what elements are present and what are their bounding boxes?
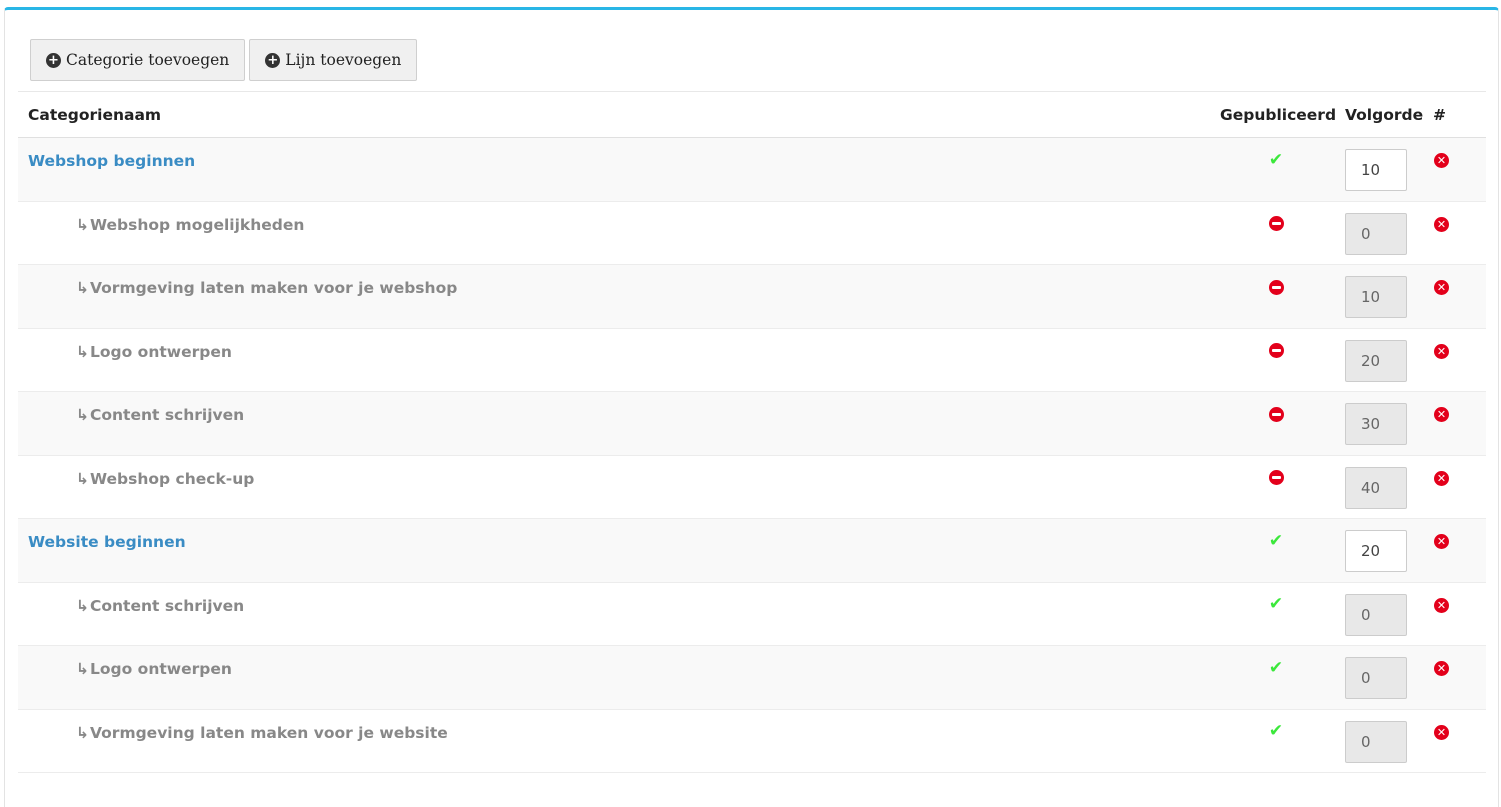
minus-circle-icon	[1268, 470, 1284, 485]
delete-icon[interactable]: ✕	[1434, 661, 1449, 676]
plus-circle-icon: +	[265, 52, 281, 68]
category-name-label: Webshop check-up	[90, 469, 255, 488]
table-row: Website beginnen ✔ ✕	[18, 519, 1486, 583]
check-icon: ✔	[1268, 530, 1284, 551]
arrow-return-icon: ↳	[76, 406, 89, 424]
category-name-label: Content schrijven	[90, 406, 245, 424]
published-toggle[interactable]	[1266, 277, 1286, 297]
header-order: Volgorde	[1345, 106, 1424, 124]
category-name-label: Website beginnen	[28, 533, 186, 551]
add-category-label: Categorie toevoegen	[66, 51, 230, 69]
arrow-return-icon: ↳	[76, 596, 89, 615]
published-toggle[interactable]	[1266, 341, 1286, 361]
arrow-return-icon: ↳	[76, 660, 89, 678]
delete-icon[interactable]: ✕	[1434, 724, 1449, 740]
subcategory-name: ↳Vormgeving laten maken voor je website	[76, 724, 448, 742]
order-input[interactable]	[1345, 530, 1407, 572]
order-input[interactable]	[1345, 657, 1407, 699]
order-input[interactable]	[1345, 466, 1407, 509]
table-row: ↳Webshop mogelijkheden ✕	[18, 201, 1486, 265]
table-row: ↳Vormgeving laten maken voor je webshop ✕	[18, 265, 1486, 329]
order-input[interactable]	[1345, 149, 1407, 191]
published-toggle[interactable]: ✔	[1266, 150, 1286, 170]
published-toggle[interactable]	[1266, 404, 1286, 424]
delete-icon[interactable]: ✕	[1434, 343, 1449, 359]
arrow-return-icon: ↳	[76, 215, 89, 234]
table-row: Webshop beginnen ✔ ✕	[18, 138, 1486, 202]
delete-icon[interactable]: ✕	[1434, 407, 1449, 422]
table-row: ↳Logo ontwerpen ✕	[18, 328, 1486, 392]
category-name-label: Webshop beginnen	[28, 152, 196, 170]
category-table: Categorienaam Gepubliceerd Volgorde # We…	[18, 91, 1486, 773]
arrow-return-icon: ↳	[76, 723, 89, 742]
order-input[interactable]	[1345, 720, 1407, 763]
category-name-label: Logo ontwerpen	[90, 342, 232, 361]
order-input[interactable]	[1345, 212, 1407, 255]
published-toggle[interactable]: ✔	[1266, 658, 1286, 678]
category-name-label: Vormgeving laten maken voor je website	[90, 723, 448, 742]
arrow-return-icon: ↳	[76, 469, 89, 488]
delete-icon[interactable]: ✕	[1434, 216, 1449, 232]
category-name-link[interactable]: Website beginnen	[28, 533, 186, 551]
check-icon: ✔	[1268, 594, 1284, 614]
check-icon: ✔	[1268, 149, 1284, 170]
subcategory-name: ↳Content schrijven	[76, 406, 244, 424]
check-icon: ✔	[1268, 657, 1284, 678]
add-line-button[interactable]: + Lijn toevoegen	[249, 39, 418, 81]
table-row: ↳Webshop check-up ✕	[18, 455, 1486, 519]
table-row: ↳Logo ontwerpen ✔ ✕	[18, 646, 1486, 710]
published-toggle[interactable]	[1266, 468, 1286, 488]
category-name-link[interactable]: Webshop beginnen	[28, 152, 195, 170]
toolbar: + Categorie toevoegen + Lijn toevoegen	[30, 39, 418, 81]
subcategory-name: ↳Vormgeving laten maken voor je webshop	[76, 279, 457, 297]
header-category-name: Categorienaam	[28, 106, 162, 124]
table-header: Categorienaam Gepubliceerd Volgorde #	[18, 91, 1486, 138]
header-published: Gepubliceerd	[1220, 106, 1337, 124]
check-icon: ✔	[1268, 721, 1284, 741]
published-toggle[interactable]: ✔	[1266, 595, 1286, 615]
order-input[interactable]	[1345, 276, 1407, 318]
subcategory-name: ↳Webshop check-up	[76, 470, 254, 488]
category-name-label: Content schrijven	[90, 596, 245, 615]
order-input[interactable]	[1345, 593, 1407, 636]
arrow-return-icon: ↳	[76, 279, 89, 297]
delete-icon[interactable]: ✕	[1434, 470, 1449, 486]
plus-circle-icon: +	[46, 52, 61, 68]
table-row: ↳Content schrijven ✔ ✕	[18, 582, 1486, 646]
table-row: ↳Content schrijven ✕	[18, 392, 1486, 456]
header-actions: #	[1433, 106, 1446, 124]
minus-circle-icon	[1268, 406, 1284, 422]
subcategory-name: ↳Webshop mogelijkheden	[76, 216, 304, 234]
table-body: Webshop beginnen✔✕↳Webshop mogelijkheden…	[18, 138, 1486, 773]
delete-icon[interactable]: ✕	[1434, 534, 1449, 549]
order-input[interactable]	[1345, 339, 1407, 382]
delete-icon[interactable]: ✕	[1434, 280, 1449, 295]
subcategory-name: ↳Logo ontwerpen	[76, 343, 232, 361]
category-name-label: Vormgeving laten maken voor je webshop	[90, 279, 458, 297]
published-toggle[interactable]: ✔	[1266, 722, 1286, 742]
subcategory-name: ↳Logo ontwerpen	[76, 660, 232, 678]
subcategory-name: ↳Content schrijven	[76, 597, 244, 615]
minus-circle-icon	[1268, 279, 1284, 295]
delete-icon[interactable]: ✕	[1434, 153, 1449, 168]
category-name-label: Webshop mogelijkheden	[90, 215, 305, 234]
add-line-label: Lijn toevoegen	[285, 51, 402, 69]
arrow-return-icon: ↳	[76, 342, 89, 361]
minus-circle-icon	[1268, 216, 1284, 231]
order-input[interactable]	[1345, 403, 1407, 445]
minus-circle-icon	[1268, 343, 1284, 358]
add-category-button[interactable]: + Categorie toevoegen	[30, 39, 246, 81]
published-toggle[interactable]	[1266, 214, 1286, 234]
table-row: ↳Vormgeving laten maken voor je website ✔…	[18, 709, 1486, 773]
category-name-label: Logo ontwerpen	[90, 660, 232, 678]
delete-icon[interactable]: ✕	[1434, 597, 1449, 613]
published-toggle[interactable]: ✔	[1266, 531, 1286, 551]
